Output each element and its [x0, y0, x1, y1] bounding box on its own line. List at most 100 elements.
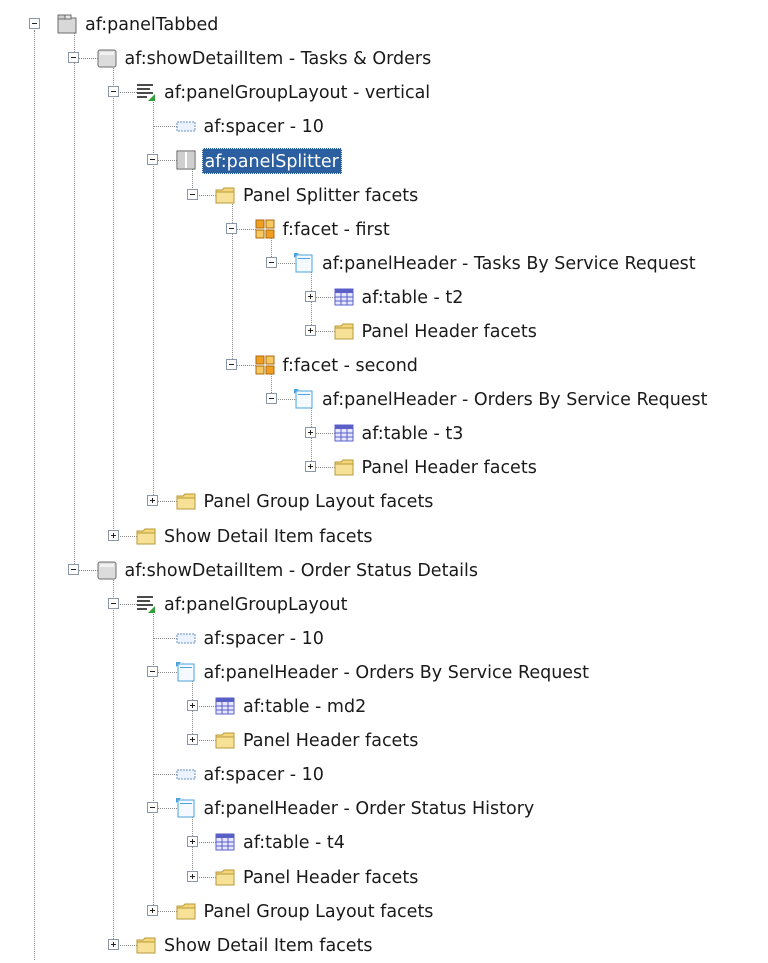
- tree-node-label[interactable]: af:table - t3: [360, 421, 466, 447]
- tree-node[interactable]: Show Detail Item facets: [0, 520, 768, 554]
- tree-node[interactable]: Panel Header facets: [0, 724, 768, 758]
- tree-node-label[interactable]: Show Detail Item facets: [162, 933, 375, 959]
- collapse-toggle-icon[interactable]: [68, 52, 79, 64]
- tree-node-label[interactable]: Panel Header facets: [241, 865, 420, 891]
- tree-node-label[interactable]: af:spacer - 10: [202, 114, 326, 140]
- tree-node-label[interactable]: af:spacer - 10: [202, 626, 326, 652]
- expand-toggle-icon[interactable]: [305, 324, 316, 336]
- tree-node-label[interactable]: f:facet - second: [281, 353, 420, 379]
- tree-branch-line: [152, 774, 177, 776]
- expand-toggle-icon[interactable]: [305, 461, 316, 473]
- tree-node[interactable]: f:facet - first: [0, 213, 768, 247]
- tree-node[interactable]: af:panelHeader - Tasks By Service Reques…: [0, 247, 768, 281]
- tree-node[interactable]: af:panelGroupLayout: [0, 588, 768, 622]
- folder-icon: [175, 490, 197, 512]
- collapse-toggle-icon[interactable]: [186, 188, 198, 200]
- folder-icon: [333, 456, 355, 478]
- expand-toggle-icon[interactable]: [107, 938, 119, 950]
- table-icon: [214, 831, 236, 853]
- tree-node[interactable]: af:table - t4: [0, 826, 768, 860]
- expand-toggle-icon[interactable]: [147, 904, 158, 916]
- collapse-toggle-icon[interactable]: [226, 222, 237, 234]
- expand-toggle-icon[interactable]: [186, 734, 198, 746]
- tree-node[interactable]: af:panelTabbed: [0, 8, 768, 42]
- tree-node[interactable]: af:spacer - 10: [0, 758, 768, 792]
- panel-header-icon: [175, 661, 197, 683]
- tree-node[interactable]: af:table - md2: [0, 690, 768, 724]
- tree-node[interactable]: Panel Header facets: [0, 315, 768, 349]
- show-detail-item-icon: [96, 47, 118, 69]
- tree-node[interactable]: af:panelHeader - Order Status History: [0, 792, 768, 826]
- tree-node-label[interactable]: af:panelHeader - Order Status History: [202, 796, 537, 822]
- table-icon: [333, 422, 355, 444]
- collapse-toggle-icon[interactable]: [147, 154, 158, 166]
- expand-toggle-icon[interactable]: [186, 836, 198, 848]
- spacer-icon: [175, 115, 197, 137]
- expand-toggle-icon[interactable]: [186, 870, 198, 882]
- tree-node-label[interactable]: Panel Group Layout facets: [202, 899, 436, 925]
- tree-node[interactable]: af:spacer - 10: [0, 622, 768, 656]
- tree-node-label[interactable]: Show Detail Item facets: [162, 524, 375, 550]
- tree-node[interactable]: Panel Splitter facets: [0, 179, 768, 213]
- collapse-toggle-icon[interactable]: [265, 393, 277, 405]
- tree-node-label[interactable]: af:spacer - 10: [202, 762, 326, 788]
- tree-node[interactable]: af:showDetailItem - Tasks & Orders: [0, 42, 768, 76]
- tree-node-label[interactable]: Panel Header facets: [360, 455, 539, 481]
- tree-node-label[interactable]: af:panelGroupLayout - vertical: [162, 80, 432, 106]
- tree-node-label[interactable]: af:table - t4: [241, 830, 347, 856]
- collapse-toggle-icon[interactable]: [147, 665, 158, 677]
- tree-node[interactable]: Panel Group Layout facets: [0, 485, 768, 519]
- tree-node-label[interactable]: Panel Header facets: [241, 728, 420, 754]
- collapse-toggle-icon[interactable]: [28, 18, 40, 29]
- folder-icon: [214, 729, 236, 751]
- tree-node-label[interactable]: af:table - t2: [360, 285, 466, 311]
- tree-node[interactable]: af:spacer - 10: [0, 110, 768, 144]
- expand-toggle-icon[interactable]: [305, 427, 316, 439]
- tree-node-label[interactable]: Panel Splitter facets: [241, 183, 420, 209]
- collapse-toggle-icon[interactable]: [107, 86, 119, 98]
- tree-node-label[interactable]: Panel Group Layout facets: [202, 489, 436, 515]
- folder-icon: [135, 934, 157, 956]
- expand-toggle-icon[interactable]: [107, 529, 119, 541]
- table-icon: [214, 695, 236, 717]
- tree-node[interactable]: Show Detail Item facets: [0, 929, 768, 963]
- tree-node-label[interactable]: af:showDetailItem - Tasks & Orders: [123, 46, 434, 72]
- folder-icon: [214, 866, 236, 888]
- tree-node[interactable]: Panel Group Layout facets: [0, 895, 768, 929]
- tree-node[interactable]: f:facet - second: [0, 349, 768, 383]
- panel-header-icon: [293, 388, 315, 410]
- show-detail-item-icon: [96, 559, 118, 581]
- tree-node-label[interactable]: af:panelTabbed: [83, 12, 220, 38]
- expand-toggle-icon[interactable]: [305, 290, 316, 302]
- collapse-toggle-icon[interactable]: [68, 563, 79, 575]
- spacer-icon: [175, 763, 197, 785]
- structure-tree: af:panelTabbed af:showDetailItem - Tasks …: [0, 0, 768, 960]
- tree-node[interactable]: af:panelHeader - Orders By Service Reque…: [0, 383, 768, 417]
- collapse-toggle-icon[interactable]: [147, 802, 158, 814]
- tree-node[interactable]: Panel Header facets: [0, 861, 768, 895]
- tree-node[interactable]: af:table - t3: [0, 417, 768, 451]
- tree-node-label[interactable]: af:table - md2: [241, 694, 368, 720]
- tree-node-label[interactable]: Panel Header facets: [360, 319, 539, 345]
- panel-group-layout-icon: [135, 81, 157, 103]
- tree-node-label[interactable]: af:panelHeader - Tasks By Service Reques…: [320, 251, 698, 277]
- collapse-toggle-icon[interactable]: [107, 597, 119, 609]
- tree-node[interactable]: af:showDetailItem - Order Status Details: [0, 554, 768, 588]
- tabbed-icon: [56, 13, 78, 35]
- tree-node-label[interactable]: af:panelHeader - Orders By Service Reque…: [202, 660, 592, 686]
- collapse-toggle-icon[interactable]: [265, 256, 277, 268]
- tree-node-label[interactable]: af:panelGroupLayout: [162, 592, 349, 618]
- collapse-toggle-icon[interactable]: [226, 359, 237, 370]
- tree-node[interactable]: Panel Header facets: [0, 451, 768, 485]
- tree-node[interactable]: af:panelSplitter: [0, 144, 768, 178]
- tree-node-label[interactable]: af:showDetailItem - Order Status Details: [123, 558, 481, 584]
- folder-icon: [333, 320, 355, 342]
- expand-toggle-icon[interactable]: [147, 495, 158, 507]
- expand-toggle-icon[interactable]: [186, 700, 198, 711]
- tree-node-label[interactable]: af:panelHeader - Orders By Service Reque…: [320, 387, 710, 413]
- tree-node-label-selected[interactable]: af:panelSplitter: [201, 148, 342, 175]
- tree-node-label[interactable]: f:facet - first: [281, 217, 392, 243]
- tree-node[interactable]: af:panelHeader - Orders By Service Reque…: [0, 656, 768, 690]
- tree-node[interactable]: af:panelGroupLayout - vertical: [0, 76, 768, 110]
- tree-node[interactable]: af:table - t2: [0, 281, 768, 315]
